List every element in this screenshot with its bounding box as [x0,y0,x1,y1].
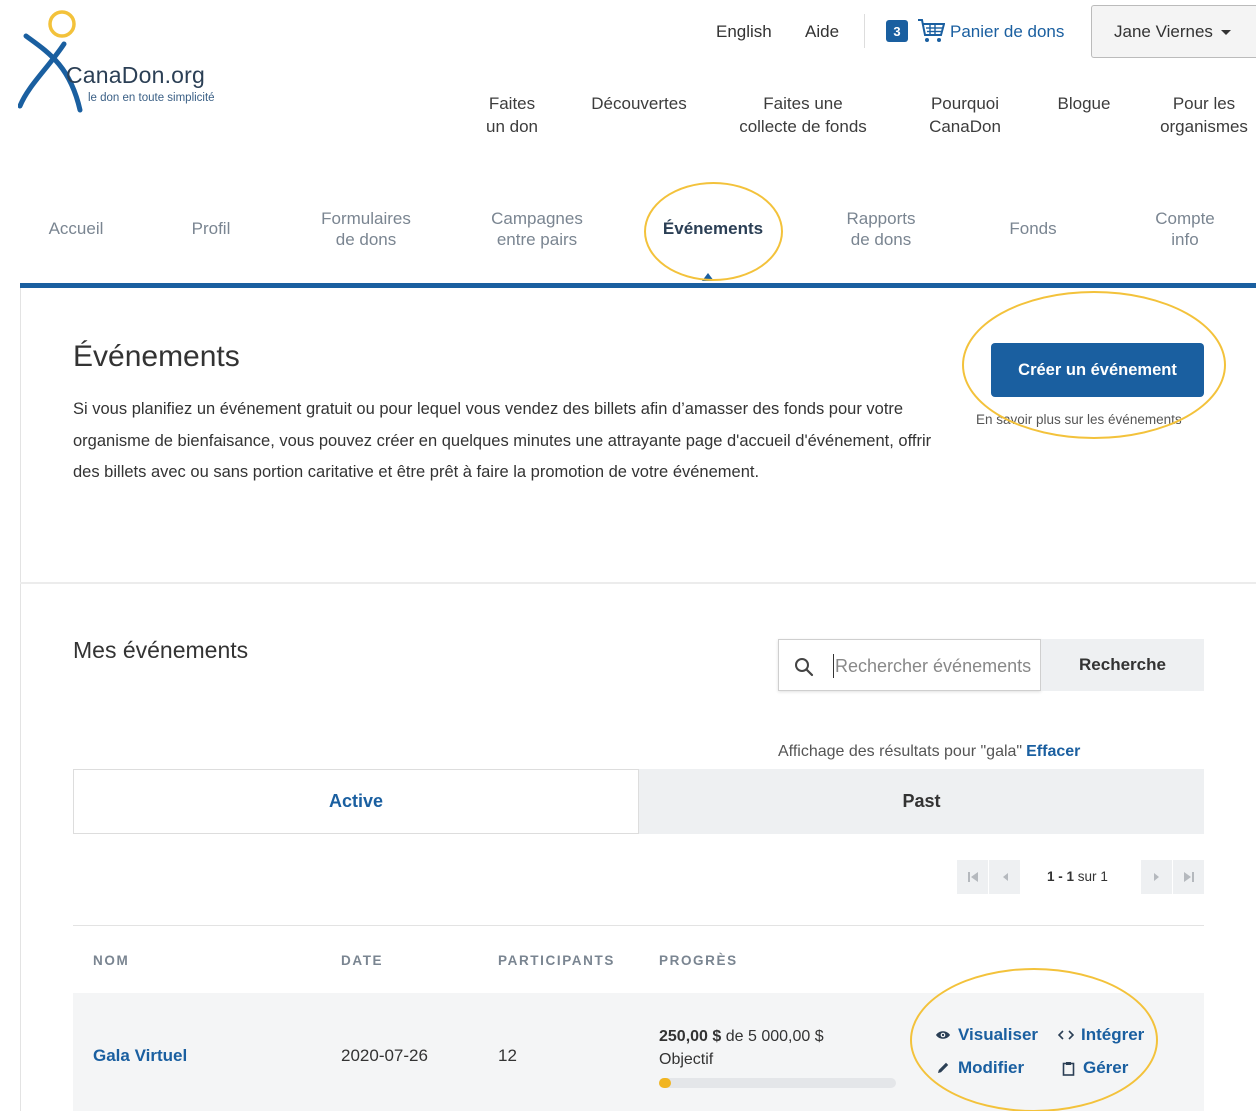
page-title: Événements [73,340,240,373]
main-nav-label: Pour les organismes [1160,94,1248,136]
table-divider [73,925,1204,926]
last-page-icon [1183,872,1194,882]
column-header-participants: PARTICIPANTS [498,953,615,968]
tab-funds[interactable]: Fonds [990,218,1076,239]
search-button[interactable]: Recherche [1041,639,1204,691]
results-info: Affichage des résultats pour "gala" Effac… [778,743,1080,761]
event-name-link[interactable]: Gala Virtuel [93,1046,187,1066]
progress-summary: 250,00 $ de 5 000,00 $ Objectif [659,1025,824,1071]
clipboard-icon [1060,1060,1076,1076]
tab-account-info[interactable]: Compte info [1130,208,1240,250]
language-link[interactable]: English [716,22,772,42]
main-nav-discover[interactable]: Découvertes [580,92,698,115]
event-date: 2020-07-26 [341,1046,428,1065]
prev-page-icon [1002,873,1008,881]
main-nav-fundraise[interactable]: Faites une collecte de fonds [728,92,878,138]
tab-past-events[interactable]: Past [639,769,1204,834]
sub-nav-label: Profil [191,219,231,238]
edit-label: Modifier [958,1058,1025,1077]
help-link[interactable]: Aide [805,22,839,42]
main-nav-give[interactable]: Faites un don [474,92,550,138]
cart-icon[interactable] [917,18,945,44]
page-range: 1 - 1 [1047,869,1075,884]
last-page-button[interactable] [1173,860,1204,894]
page-total: 1 [1100,869,1108,884]
main-nav-blog[interactable]: Blogue [1046,92,1122,115]
results-label: Affichage des résultats pour "gala" [778,743,1023,760]
tab-home[interactable]: Accueil [30,218,122,239]
section-divider [20,582,1256,584]
column-header-date: DATE [341,953,384,968]
pencil-icon [935,1060,951,1076]
logo-text: CanaDon.org [66,62,206,88]
of-label: de [725,1028,744,1045]
embed-label: Intégrer [1081,1025,1145,1044]
main-nav-label: Découvertes [591,94,687,113]
next-page-icon [1153,873,1159,881]
progress-bar-fill [659,1078,671,1088]
sub-nav-label: Événements [662,219,764,238]
search-input[interactable] [835,651,1035,681]
main-nav-charities[interactable]: Pour les organismes [1152,92,1256,138]
my-events-title: Mes événements [73,637,249,663]
canadon-logo[interactable]: CanaDon.org le don en toute simplicité [17,6,278,116]
sub-nav-label: Fonds [1009,219,1057,238]
events-description: Si vous planifiez un événement gratuit o… [73,400,932,481]
raised-amount: 250,00 $ [659,1028,722,1045]
eye-icon [935,1027,951,1043]
user-menu-button[interactable]: Jane Viernes [1091,5,1256,58]
sub-nav-label: Accueil [48,219,104,238]
user-name: Jane Viernes [1114,21,1213,41]
tab-donation-reports[interactable]: Rapports de dons [820,208,942,250]
header-divider [864,14,865,48]
view-event-action[interactable]: Visualiser [935,1025,1038,1045]
page-of: sur [1077,869,1097,884]
main-nav-label: Blogue [1057,94,1111,113]
active-tab-pointer [702,273,714,281]
sub-nav-bar [20,283,1256,288]
main-nav-label: Faites un don [486,94,538,136]
table-row [73,993,1204,1111]
text-cursor [833,654,834,678]
main-nav-label: Faites une collecte de fonds [739,94,867,136]
first-page-icon [967,872,978,882]
goal-label: Objectif [659,1051,714,1068]
tab-events[interactable]: Événements [650,218,776,239]
event-participants: 12 [498,1046,517,1065]
search-field[interactable] [778,639,1041,691]
goal-amount: 5 000,00 $ [747,1028,824,1045]
clear-search-link[interactable]: Effacer [1026,743,1080,760]
main-nav-label: Pourquoi CanaDon [929,94,1001,136]
tab-active-events[interactable]: Active [73,769,639,834]
tab-profile[interactable]: Profil [168,218,254,239]
manage-event-action[interactable]: Gérer [1060,1058,1128,1078]
tab-peer-campaigns[interactable]: Campagnes entre pairs [470,208,604,250]
embed-event-action[interactable]: Intégrer [1058,1025,1144,1045]
code-icon [1058,1027,1074,1043]
first-page-button[interactable] [957,860,988,894]
next-page-button[interactable] [1141,860,1172,894]
sub-nav-label: Formulaires de dons [321,209,411,249]
learn-more-link[interactable]: En savoir plus sur les événements [976,412,1182,427]
tab-donation-forms[interactable]: Formulaires de dons [300,208,432,250]
sub-nav-label: Campagnes entre pairs [491,209,583,249]
sub-nav-label: Rapports de dons [846,209,916,249]
cart-count-badge: 3 [886,20,908,42]
logo-tagline: le don en toute simplicité [88,92,215,104]
search-icon [795,658,814,677]
column-header-name: NOM [93,953,130,968]
pagination-info: 1 - 1 sur 1 [1047,869,1108,884]
edit-event-action[interactable]: Modifier [935,1058,1024,1078]
chevron-down-icon [1220,30,1231,35]
main-nav-why[interactable]: Pourquoi CanaDon [914,92,1016,138]
cart-link[interactable]: Panier de dons [950,22,1064,42]
manage-label: Gérer [1083,1058,1129,1077]
column-header-progress: PROGRÈS [659,953,738,968]
prev-page-button[interactable] [989,860,1020,894]
sub-nav-label: Compte info [1155,209,1215,249]
create-event-button[interactable]: Créer un événement [991,343,1204,397]
progress-bar [659,1078,896,1088]
view-label: Visualiser [958,1025,1039,1044]
panel-border [20,288,21,1111]
